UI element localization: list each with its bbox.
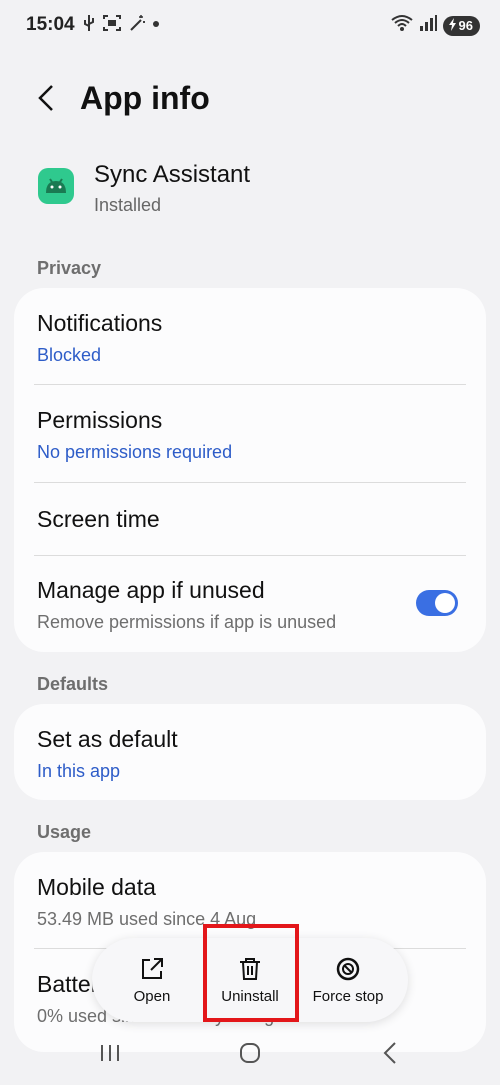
status-left-icons [82,14,160,32]
privacy-card: Notifications Blocked Permissions No per… [14,288,486,652]
set-default-row[interactable]: Set as default In this app [37,726,467,782]
recents-icon [99,1043,121,1068]
force-stop-button[interactable]: Force stop [306,938,390,1022]
toggle-knob [435,593,455,613]
usb-icon [82,14,96,32]
recents-button[interactable] [90,1040,130,1070]
highlight-box [203,924,299,1022]
open-label: Open [133,987,171,1005]
battery-indicator: 96 [442,15,480,36]
home-button[interactable] [230,1040,270,1070]
force-stop-label: Force stop [312,987,384,1005]
home-icon [238,1041,262,1070]
manage-unused-toggle[interactable] [416,590,458,616]
permissions-row[interactable]: Permissions No permissions required [37,407,467,463]
defaults-card: Set as default In this app [14,704,486,800]
back-nav-icon [382,1041,398,1070]
magic-icon [128,14,146,32]
status-bar: 15:04 96 [0,0,500,52]
dot-icon [152,14,160,32]
signal-icon [419,14,437,37]
app-status: Installed [94,195,162,215]
battery-charging-icon [448,17,457,34]
notifications-title: Notifications [37,310,163,336]
back-button[interactable] [28,82,64,118]
open-button[interactable]: Open [114,938,190,1022]
screenshot-icon [102,14,122,32]
screen-time-row[interactable]: Screen time [37,506,467,533]
battery-level: 96 [458,18,473,33]
android-icon [38,168,74,204]
manage-unused-row[interactable]: Manage app if unused Remove permissions … [37,577,467,633]
back-arrow-icon [36,83,56,118]
section-label-defaults: Defaults [37,674,109,694]
mobile-data-row[interactable]: Mobile data 53.49 MB used since 4 Aug [37,874,467,930]
permissions-value: No permissions required [37,442,233,462]
page-title: App info [80,80,210,116]
manage-unused-title: Manage app if unused [37,577,265,603]
status-time: 15:04 [26,14,75,35]
wifi-icon [390,14,413,37]
section-label-privacy: Privacy [37,258,102,278]
set-default-title: Set as default [37,726,178,752]
status-right-icons: 96 [390,14,480,37]
screen-time-title: Screen time [37,506,160,532]
divider [34,482,466,483]
set-default-value: In this app [37,761,121,781]
back-nav-button[interactable] [370,1040,410,1070]
divider [34,555,466,556]
mobile-data-title: Mobile data [37,874,156,900]
notifications-value: Blocked [37,345,102,365]
divider [34,384,466,385]
manage-unused-subtitle: Remove permissions if app is unused [37,612,337,632]
force-stop-icon [335,956,361,988]
open-external-icon [139,956,165,988]
app-summary: Sync Assistant Installed [0,155,500,230]
section-label-usage: Usage [37,822,92,842]
notifications-row[interactable]: Notifications Blocked [37,310,467,366]
navigation-bar [0,1030,500,1085]
app-name: Sync Assistant [94,161,251,188]
app-bar: App info [0,70,500,130]
permissions-title: Permissions [37,407,163,433]
